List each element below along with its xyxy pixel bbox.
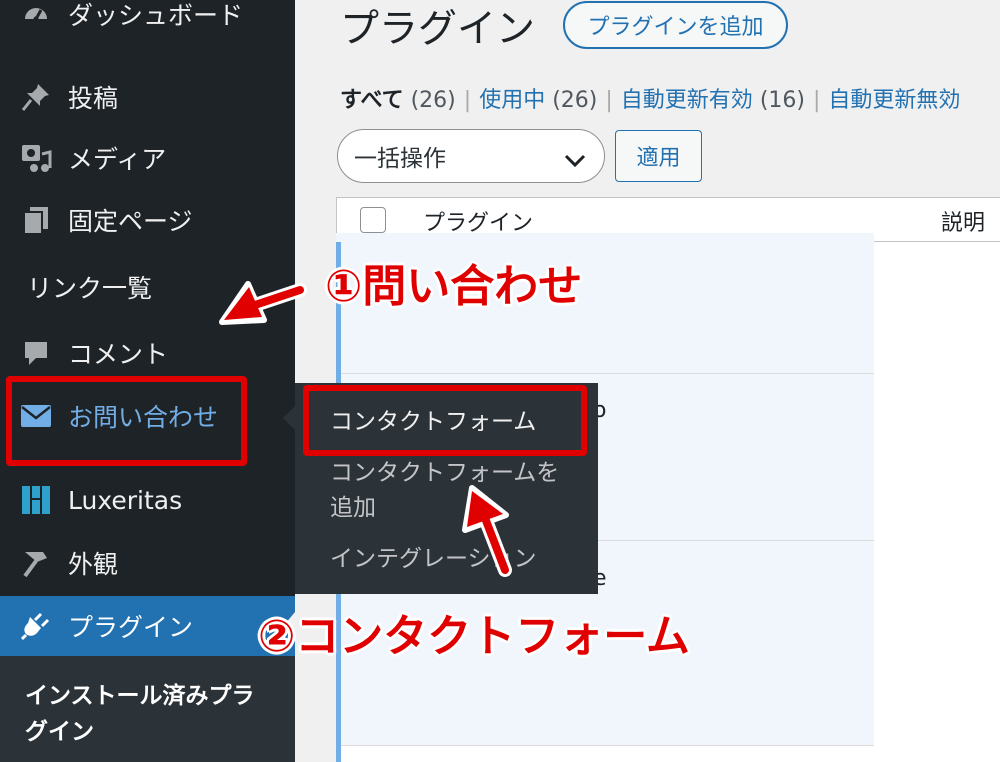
annotation-step2: ②コンタクトフォーム xyxy=(258,611,690,662)
arrow-to-contact-menu xyxy=(219,281,307,325)
annotation-step1: ①問い合わせ xyxy=(325,261,583,312)
arrow-to-contact-form xyxy=(462,485,512,577)
